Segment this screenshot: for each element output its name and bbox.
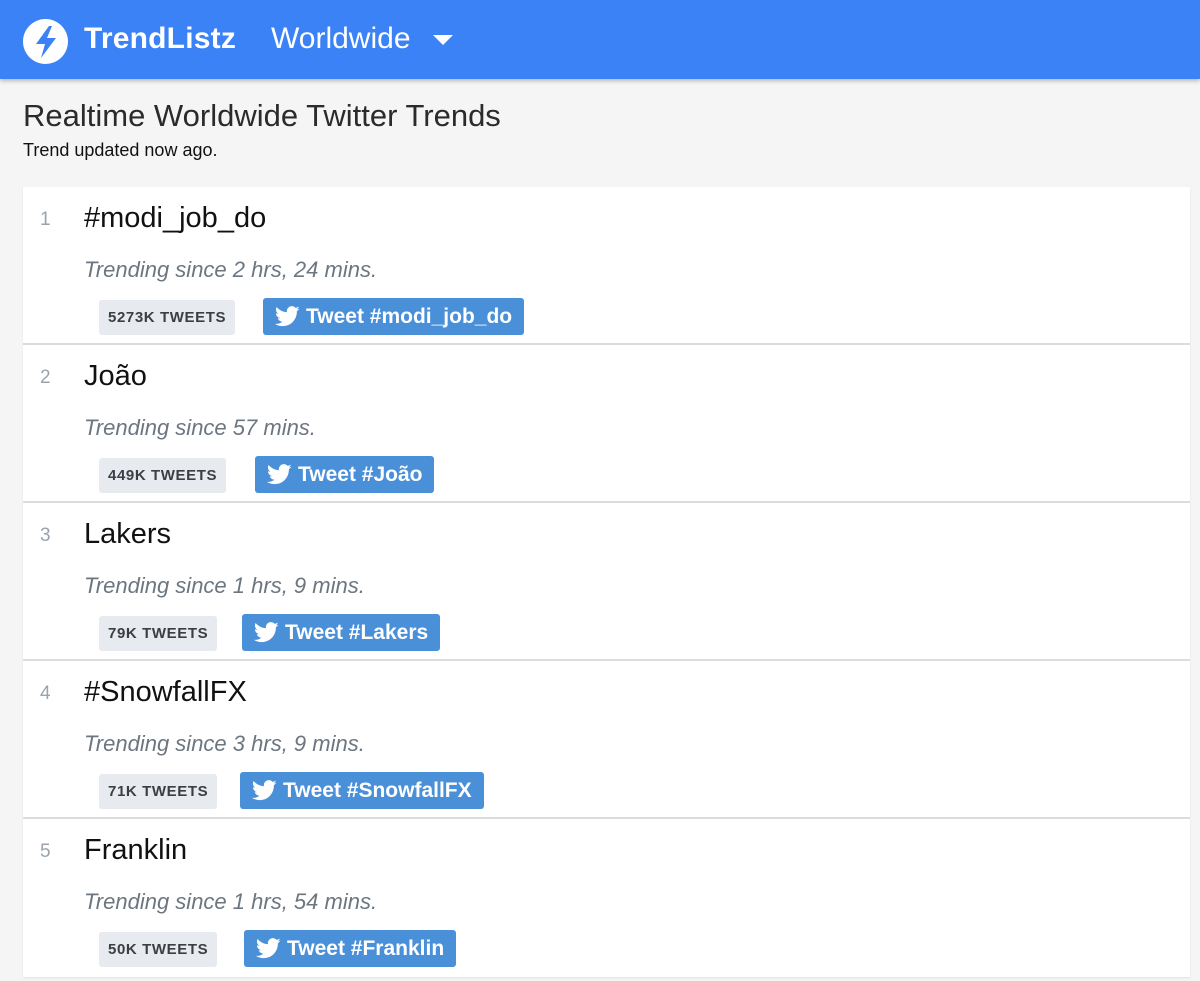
trend-rank: 2 <box>40 367 51 388</box>
lightning-bolt-icon[interactable] <box>23 19 68 64</box>
trend-list: 1 #modi_job_do Trending since 2 hrs, 24 … <box>23 187 1190 977</box>
tweet-button[interactable]: Tweet #Franklin <box>244 930 457 967</box>
twitter-bird-icon <box>256 938 281 959</box>
tweet-button[interactable]: Tweet #modi_job_do <box>263 298 525 335</box>
trend-item: 1 #modi_job_do Trending since 2 hrs, 24 … <box>23 187 1190 345</box>
region-label: Worldwide <box>271 22 411 55</box>
tweet-count-badge: 449K TWEETS <box>99 458 227 493</box>
trend-rank: 1 <box>40 209 51 230</box>
tweet-count-badge: 50K TWEETS <box>99 932 218 967</box>
trend-name[interactable]: João <box>84 360 147 393</box>
caret-down-icon <box>432 35 453 45</box>
tweet-count-badge: 71K TWEETS <box>99 774 218 809</box>
trend-rank: 5 <box>40 841 51 862</box>
tweet-button-label: Tweet #SnowfallFX <box>283 778 472 802</box>
twitter-bird-icon <box>254 622 279 643</box>
tweet-button[interactable]: Tweet #SnowfallFX <box>240 772 484 809</box>
trend-item: 3 Lakers Trending since 1 hrs, 9 mins. 7… <box>23 503 1190 661</box>
page-title: Realtime Worldwide Twitter Trends <box>23 98 501 133</box>
trend-name[interactable]: Franklin <box>84 834 187 867</box>
tweet-count-badge: 5273K TWEETS <box>99 300 236 335</box>
tweet-button-label: Tweet #Franklin <box>287 936 445 960</box>
twitter-bird-icon <box>252 780 277 801</box>
tweet-button[interactable]: Tweet #Lakers <box>242 614 441 651</box>
brand-name[interactable]: TrendListz <box>84 22 236 56</box>
twitter-bird-icon <box>275 306 300 327</box>
tweet-button-label: Tweet #Lakers <box>285 620 429 644</box>
trend-item: 4 #SnowfallFX Trending since 3 hrs, 9 mi… <box>23 661 1190 819</box>
region-dropdown[interactable]: Worldwide <box>271 22 453 56</box>
twitter-bird-icon <box>267 464 292 485</box>
tweet-button-label: Tweet #modi_job_do <box>306 304 513 328</box>
trend-since: Trending since 1 hrs, 54 mins. <box>84 889 378 914</box>
top-navbar: TrendListz Worldwide <box>0 0 1200 79</box>
trend-since: Trending since 3 hrs, 9 mins. <box>84 731 365 756</box>
lightning-bolt-icon-svg <box>35 25 56 58</box>
tweet-button[interactable]: Tweet #João <box>255 456 435 493</box>
page-subtitle: Trend updated now ago. <box>23 140 218 160</box>
trend-since: Trending since 2 hrs, 24 mins. <box>84 257 378 282</box>
trend-item: 2 João Trending since 57 mins. 449K TWEE… <box>23 345 1190 503</box>
trend-name[interactable]: Lakers <box>84 518 171 551</box>
trend-item: 5 Franklin Trending since 1 hrs, 54 mins… <box>23 819 1190 977</box>
trend-rank: 4 <box>40 683 51 704</box>
trend-since: Trending since 1 hrs, 9 mins. <box>84 573 365 598</box>
tweet-button-label: Tweet #João <box>298 462 423 486</box>
trend-since: Trending since 57 mins. <box>84 415 316 440</box>
tweet-count-badge: 79K TWEETS <box>99 616 218 651</box>
trend-name[interactable]: #SnowfallFX <box>84 676 247 709</box>
trend-name[interactable]: #modi_job_do <box>84 202 266 235</box>
trend-rank: 3 <box>40 525 51 546</box>
